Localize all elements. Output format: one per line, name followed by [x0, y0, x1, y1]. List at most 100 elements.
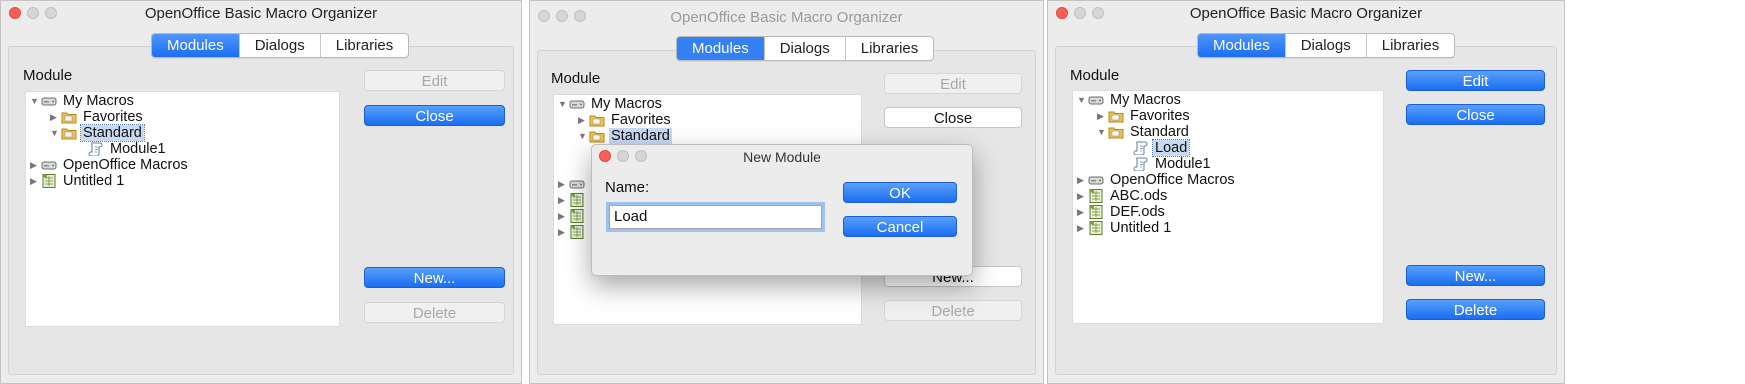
folder-icon	[61, 126, 77, 140]
new-module-dialog: New Module Name: Load OK Cancel	[591, 144, 973, 276]
folder-icon	[61, 110, 77, 124]
tab-dialogs[interactable]: Dialogs	[763, 37, 845, 60]
tree-item-abc-ods[interactable]: ▶ ABC.ods	[1077, 188, 1169, 204]
tree-item-my-macros[interactable]: ▼ My Macros	[30, 93, 136, 109]
tab-bar: Modules Dialogs Libraries	[151, 33, 410, 58]
drive-icon	[41, 94, 57, 108]
spreadsheet-icon	[569, 209, 585, 223]
collapsed-arrow-icon[interactable]: ▶	[1077, 172, 1088, 188]
tree-item-favorites[interactable]: ▶ Favorites	[1097, 108, 1192, 124]
title-bar: OpenOffice Basic Macro Organizer	[1, 1, 521, 27]
tab-modules[interactable]: Modules	[1198, 34, 1285, 57]
tab-modules[interactable]: Modules	[152, 34, 239, 57]
module-label: Module	[551, 70, 601, 87]
tree-item-standard[interactable]: ▼ Standard	[50, 124, 145, 142]
tree-item-partial: ▶	[558, 224, 589, 240]
tab-libraries[interactable]: Libraries	[1365, 34, 1455, 57]
macro-organizer-window-2: OpenOffice Basic Macro Organizer Modules…	[529, 0, 1044, 384]
expanded-arrow-icon[interactable]: ▼	[50, 125, 61, 141]
module-name-input[interactable]: Load	[609, 205, 822, 229]
expanded-arrow-icon[interactable]: ▼	[1097, 124, 1108, 140]
module-tree[interactable]: ▼ My Macros ▶ Favorites ▼ Standard Load Mod…	[1072, 90, 1384, 324]
collapsed-arrow-icon[interactable]: ▶	[1077, 188, 1088, 204]
collapsed-arrow-icon: ▶	[558, 227, 565, 237]
collapsed-arrow-icon[interactable]: ▶	[1097, 108, 1108, 124]
title-bar: OpenOffice Basic Macro Organizer	[530, 1, 1043, 27]
ok-button[interactable]: OK	[843, 182, 957, 203]
tree-item-module1[interactable]: Module1	[1133, 156, 1213, 172]
cancel-button[interactable]: Cancel	[843, 216, 957, 237]
tab-bar: Modules Dialogs Libraries	[676, 36, 935, 61]
tree-item-favorites[interactable]: ▶ Favorites	[578, 112, 673, 128]
tab-dialogs[interactable]: Dialogs	[1284, 34, 1366, 57]
expanded-arrow-icon[interactable]: ▼	[578, 128, 589, 144]
window-title: OpenOffice Basic Macro Organizer	[670, 9, 903, 26]
close-button[interactable]: Close	[364, 105, 505, 126]
edit-button[interactable]: Edit	[884, 73, 1022, 94]
spreadsheet-icon	[1088, 205, 1104, 219]
collapsed-arrow-icon[interactable]: ▶	[1077, 204, 1088, 220]
new-button[interactable]: New...	[1406, 265, 1545, 286]
expanded-arrow-icon[interactable]: ▼	[1077, 92, 1088, 108]
tab-bar: Modules Dialogs Libraries	[1197, 33, 1456, 58]
tree-item-openoffice-macros[interactable]: ▶ OpenOffice Macros	[30, 157, 190, 173]
tab-dialogs[interactable]: Dialogs	[238, 34, 320, 57]
collapsed-arrow-icon[interactable]: ▶	[50, 109, 61, 125]
tree-item-my-macros[interactable]: ▼ My Macros	[1077, 92, 1183, 108]
expanded-arrow-icon[interactable]: ▼	[558, 96, 569, 112]
tree-item-my-macros[interactable]: ▼ My Macros	[558, 96, 664, 112]
module-script-icon	[1133, 141, 1149, 155]
tree-item-standard[interactable]: ▼ Standard	[578, 128, 672, 144]
folder-icon	[1108, 125, 1124, 139]
collapsed-arrow-icon[interactable]: ▶	[30, 157, 41, 173]
module-label: Module	[1070, 67, 1120, 84]
delete-button[interactable]: Delete	[1406, 299, 1545, 320]
tree-item-partial: ▶	[558, 176, 589, 192]
collapsed-arrow-icon: ▶	[558, 211, 565, 221]
edit-button[interactable]: Edit	[1406, 70, 1545, 91]
collapsed-arrow-icon[interactable]: ▶	[1077, 220, 1088, 236]
folder-icon	[589, 129, 605, 143]
tree-item-def-ods[interactable]: ▶ DEF.ods	[1077, 204, 1167, 220]
tree-item-module1[interactable]: Module1	[88, 141, 168, 157]
title-bar: OpenOffice Basic Macro Organizer	[1048, 1, 1564, 27]
dialog-title: New Module	[743, 149, 821, 165]
delete-button[interactable]: Delete	[884, 300, 1022, 321]
drive-icon	[569, 177, 585, 191]
macro-organizer-window-3: OpenOffice Basic Macro Organizer Modules…	[1047, 0, 1565, 384]
tree-item-partial: ▶	[558, 208, 589, 224]
tab-libraries[interactable]: Libraries	[844, 37, 934, 60]
drive-icon	[1088, 93, 1104, 107]
delete-button[interactable]: Delete	[364, 302, 505, 323]
macro-organizer-window-1: OpenOffice Basic Macro Organizer Modules…	[0, 0, 522, 384]
spreadsheet-icon	[41, 174, 57, 188]
tab-modules[interactable]: Modules	[677, 37, 764, 60]
spreadsheet-icon	[1088, 221, 1104, 235]
new-button[interactable]: New...	[364, 267, 505, 288]
module-label: Module	[23, 67, 73, 84]
tree-item-load[interactable]: Load	[1133, 139, 1191, 157]
drive-icon	[41, 158, 57, 172]
collapsed-arrow-icon[interactable]: ▶	[30, 173, 41, 189]
tab-libraries[interactable]: Libraries	[319, 34, 409, 57]
edit-button[interactable]: Edit	[364, 70, 505, 91]
tree-item-partial: ▶	[558, 192, 589, 208]
tree-item-standard[interactable]: ▼ Standard	[1097, 124, 1191, 140]
window-title: OpenOffice Basic Macro Organizer	[144, 5, 378, 22]
spreadsheet-icon	[1088, 189, 1104, 203]
tree-item-openoffice-macros[interactable]: ▶ OpenOffice Macros	[1077, 172, 1237, 188]
folder-icon	[589, 113, 605, 127]
close-button[interactable]: Close	[884, 107, 1022, 128]
close-button[interactable]: Close	[1406, 104, 1545, 125]
module-tree[interactable]: ▼ My Macros ▶ Favorites ▼ Standard Module1 …	[25, 91, 340, 327]
tree-item-untitled-1[interactable]: ▶ Untitled 1	[1077, 220, 1173, 236]
spreadsheet-icon	[569, 225, 585, 239]
spreadsheet-icon	[569, 193, 585, 207]
name-label: Name:	[605, 179, 650, 196]
drive-icon	[569, 97, 585, 111]
tree-item-untitled-1[interactable]: ▶ Untitled 1	[30, 173, 126, 189]
collapsed-arrow-icon[interactable]: ▶	[578, 112, 589, 128]
drive-icon	[1088, 173, 1104, 187]
tree-item-favorites[interactable]: ▶ Favorites	[50, 109, 145, 125]
expanded-arrow-icon[interactable]: ▼	[30, 93, 41, 109]
